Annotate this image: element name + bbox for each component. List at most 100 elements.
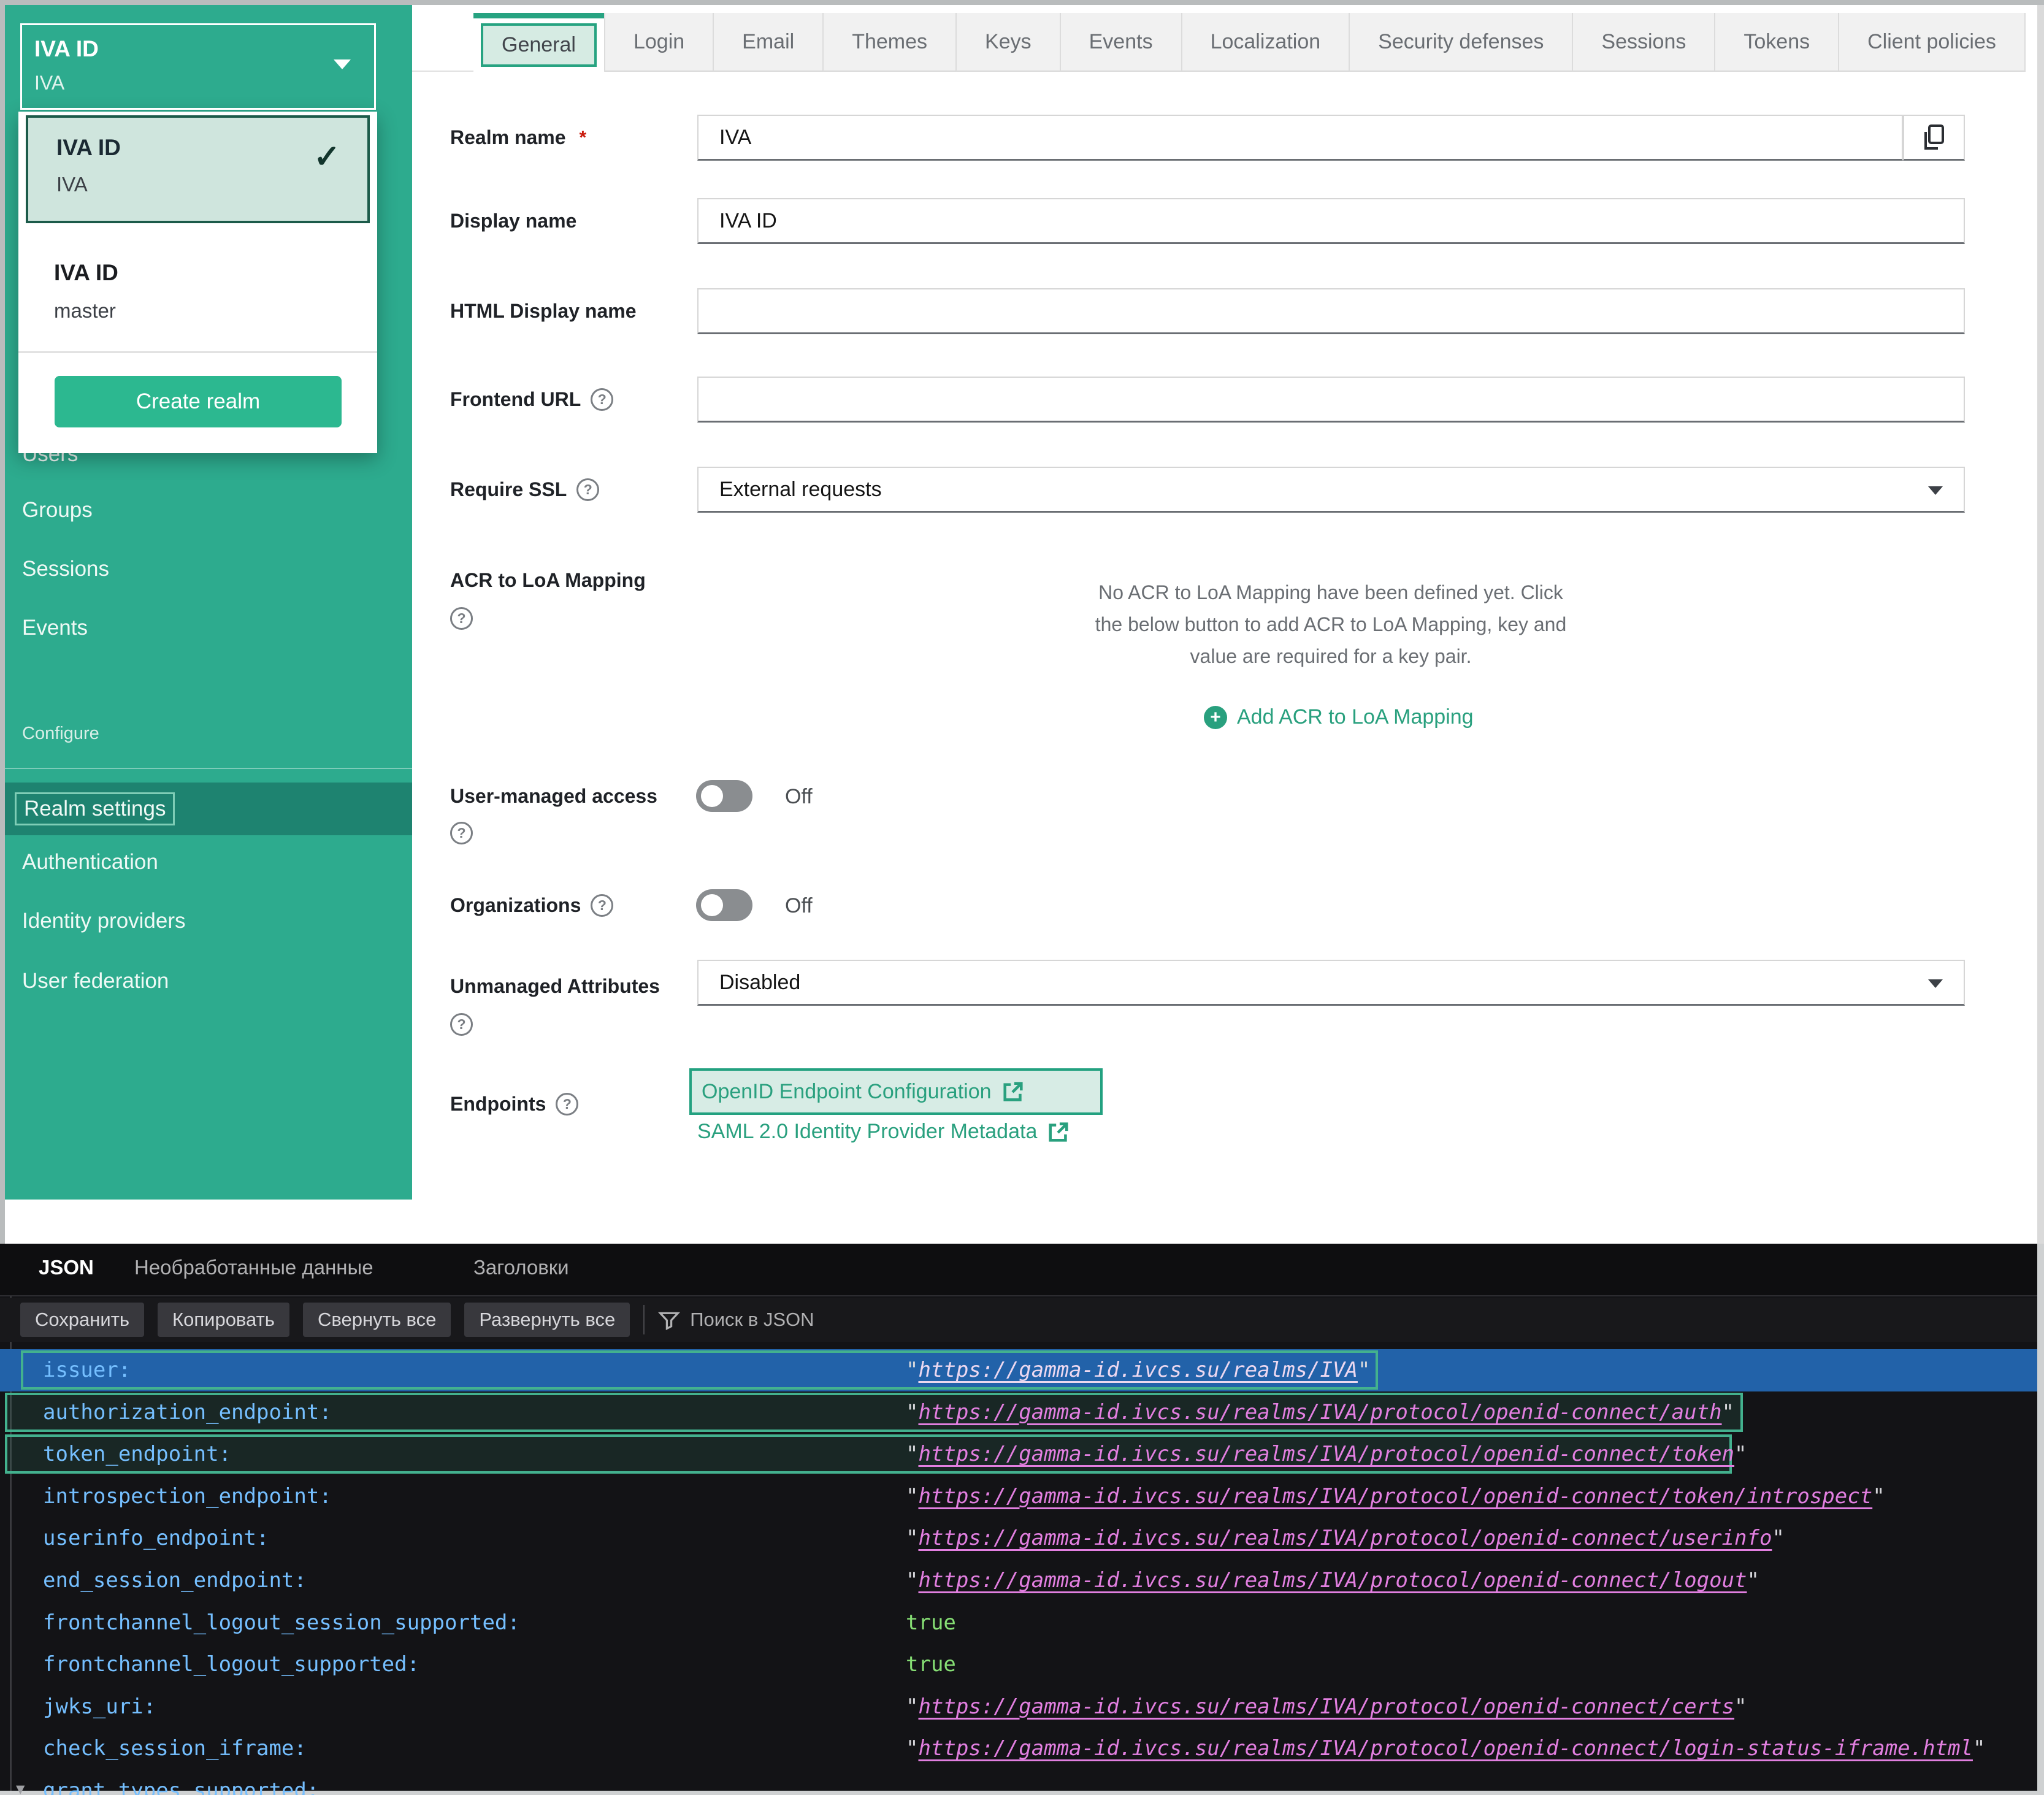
json-row-issuer[interactable]: issuer: "https://gamma-id.ivcs.su/realms… (0, 1349, 2037, 1391)
tab-security-defenses[interactable]: Security defenses (1350, 13, 1573, 72)
realm-option-subtitle: IVA (56, 173, 88, 196)
add-acr-mapping-link[interactable]: + Add ACR to LoA Mapping (1204, 705, 1474, 729)
json-row-frontchannel-logout-supported[interactable]: frontchannel_logout_supported: true (0, 1644, 2037, 1686)
json-url-link[interactable]: https://gamma-id.ivcs.su/realms/IVA/prot… (918, 1694, 1734, 1719)
link-text: OpenID Endpoint Configuration (702, 1080, 992, 1104)
filter-icon (658, 1309, 680, 1331)
sidebar-item-groups[interactable]: Groups (22, 498, 93, 522)
json-row-userinfo-endpoint[interactable]: userinfo_endpoint: "https://gamma-id.ivc… (0, 1517, 2037, 1560)
devtools-tab-json[interactable]: JSON (39, 1256, 94, 1279)
tab-email[interactable]: Email (714, 13, 824, 72)
acr-empty-line: No ACR to LoA Mapping have been defined … (1073, 576, 1588, 608)
quote: " (1772, 1526, 1784, 1550)
openid-endpoint-configuration-link[interactable]: OpenID Endpoint Configuration (689, 1068, 1103, 1115)
realm-option-master[interactable]: IVA ID master (26, 234, 370, 348)
json-url-link[interactable]: https://gamma-id.ivcs.su/realms/IVA/prot… (918, 1484, 1872, 1509)
json-value: "https://gamma-id.ivcs.su/realms/IVA/pro… (906, 1433, 1747, 1475)
copy-button[interactable]: Копировать (158, 1303, 289, 1337)
help-icon[interactable]: ? (556, 1093, 578, 1116)
json-boolean-value: true (906, 1644, 956, 1686)
organizations-toggle[interactable] (696, 889, 752, 921)
quote: " (906, 1694, 918, 1719)
external-link-icon (1001, 1080, 1025, 1103)
json-key: frontchannel_logout_session_supported: (43, 1602, 520, 1644)
sidebar-item-authentication[interactable]: Authentication (22, 850, 158, 875)
tab-sessions[interactable]: Sessions (1573, 13, 1715, 72)
devtools-tab-raw-data[interactable]: Необработанные данные (134, 1256, 373, 1279)
json-row-end-session-endpoint[interactable]: end_session_endpoint: "https://gamma-id.… (0, 1560, 2037, 1602)
json-row-jwks-uri[interactable]: jwks_uri: "https://gamma-id.ivcs.su/real… (0, 1686, 2037, 1728)
help-icon[interactable]: ? (576, 478, 599, 501)
tab-themes[interactable]: Themes (824, 13, 957, 72)
saml-metadata-link[interactable]: SAML 2.0 Identity Provider Metadata (697, 1120, 1070, 1144)
help-icon[interactable]: ? (450, 1013, 473, 1036)
require-ssl-select[interactable]: External requests (697, 467, 1965, 513)
quote: " (906, 1736, 918, 1761)
html-display-name-input[interactable] (697, 288, 1965, 334)
json-row-check-session-iframe[interactable]: check_session_iframe: "https://gamma-id.… (0, 1728, 2037, 1770)
user-managed-access-toggle[interactable] (696, 780, 752, 812)
devtools-tabbar: JSON Необработанные данные Заголовки (0, 1244, 2044, 1296)
tab-keys[interactable]: Keys (957, 13, 1061, 72)
realm-name-input[interactable]: IVA (697, 115, 1903, 161)
tab-localization[interactable]: Localization (1182, 13, 1350, 72)
chevron-down-icon (1928, 979, 1943, 988)
chevron-down-icon (334, 59, 351, 69)
sidebar-item-user-federation[interactable]: User federation (22, 969, 169, 993)
select-value: Disabled (719, 971, 800, 995)
unmanaged-attributes-select[interactable]: Disabled (697, 960, 1965, 1006)
sidebar-item-realm-settings[interactable]: Realm settings (0, 783, 412, 835)
collapse-all-button[interactable]: Свернуть все (303, 1303, 451, 1337)
sidebar-item-identity-providers[interactable]: Identity providers (22, 909, 186, 933)
json-url-link[interactable]: https://gamma-id.ivcs.su/realms/IVA (918, 1358, 1357, 1382)
frontend-url-input[interactable] (697, 377, 1965, 423)
json-row-authorization-endpoint[interactable]: authorization_endpoint: "https://gamma-i… (0, 1391, 2037, 1434)
page-scrollbar[interactable] (2037, 0, 2044, 1244)
tab-events[interactable]: Events (1061, 13, 1182, 72)
current-realm-display-name: IVA ID (34, 36, 99, 62)
tab-login[interactable]: Login (605, 13, 714, 72)
keycloak-admin-console: Users Groups Sessions Events Configure R… (0, 0, 2044, 1244)
devtools-json-panel: JSON Необработанные данные Заголовки Сох… (0, 1244, 2044, 1795)
required-asterisk: * (580, 128, 587, 148)
help-icon[interactable]: ? (450, 607, 473, 630)
tab-tokens[interactable]: Tokens (1715, 13, 1839, 72)
tab-general[interactable]: General (473, 13, 605, 72)
help-icon[interactable]: ? (450, 822, 473, 844)
devtools-tab-headers[interactable]: Заголовки (473, 1256, 569, 1279)
json-url-link[interactable]: https://gamma-id.ivcs.su/realms/IVA/prot… (918, 1400, 1721, 1425)
realm-option-iva[interactable]: IVA ID IVA ✓ (26, 115, 370, 223)
display-name-input[interactable]: IVA ID (697, 198, 1965, 244)
json-row-introspection-endpoint[interactable]: introspection_endpoint: "https://gamma-i… (0, 1475, 2037, 1518)
sidebar-item-sessions[interactable]: Sessions (22, 557, 109, 581)
json-boolean-value: true (906, 1602, 956, 1644)
json-key: frontchannel_logout_supported: (43, 1644, 419, 1686)
copy-button[interactable] (1903, 115, 1965, 161)
json-url-link[interactable]: https://gamma-id.ivcs.su/realms/IVA/prot… (918, 1568, 1747, 1593)
json-url-link[interactable]: https://gamma-id.ivcs.su/realms/IVA/prot… (918, 1442, 1734, 1466)
json-value: "https://gamma-id.ivcs.su/realms/IVA/pro… (906, 1475, 1885, 1518)
sidebar-item-events[interactable]: Events (22, 616, 88, 640)
label-text: Frontend URL (450, 388, 581, 411)
realm-switcher-trigger[interactable]: IVA ID IVA (20, 23, 376, 110)
save-button[interactable]: Сохранить (20, 1303, 144, 1337)
help-icon[interactable]: ? (591, 894, 613, 917)
expand-all-button[interactable]: Развернуть все (464, 1303, 630, 1337)
json-url-link[interactable]: https://gamma-id.ivcs.su/realms/IVA/prot… (918, 1526, 1772, 1550)
json-url-link[interactable]: https://gamma-id.ivcs.su/realms/IVA/prot… (918, 1736, 1972, 1761)
json-row-token-endpoint[interactable]: token_endpoint: "https://gamma-id.ivcs.s… (0, 1433, 2037, 1475)
expander-triangle-icon[interactable]: ▼ (16, 1770, 25, 1795)
toggle-state-label: Off (785, 785, 813, 809)
devtools-scrollbar[interactable] (2037, 1244, 2044, 1795)
help-icon[interactable]: ? (591, 388, 613, 411)
tab-client-policies[interactable]: Client policies (1839, 13, 2026, 72)
link-text: SAML 2.0 Identity Provider Metadata (697, 1120, 1037, 1144)
json-row-frontchannel-logout-session-supported[interactable]: frontchannel_logout_session_supported: t… (0, 1602, 2037, 1644)
json-key: grant_types_supported: (43, 1770, 319, 1795)
json-tree: issuer: "https://gamma-id.ivcs.su/realms… (0, 1349, 2037, 1795)
json-filter-input[interactable]: Поиск в JSON (658, 1309, 814, 1331)
create-realm-button[interactable]: Create realm (55, 376, 342, 427)
frontend-url-label: Frontend URL ? (450, 388, 613, 411)
screenshot-root: Users Groups Sessions Events Configure R… (0, 0, 2044, 1795)
json-key: check_session_iframe: (43, 1728, 307, 1770)
